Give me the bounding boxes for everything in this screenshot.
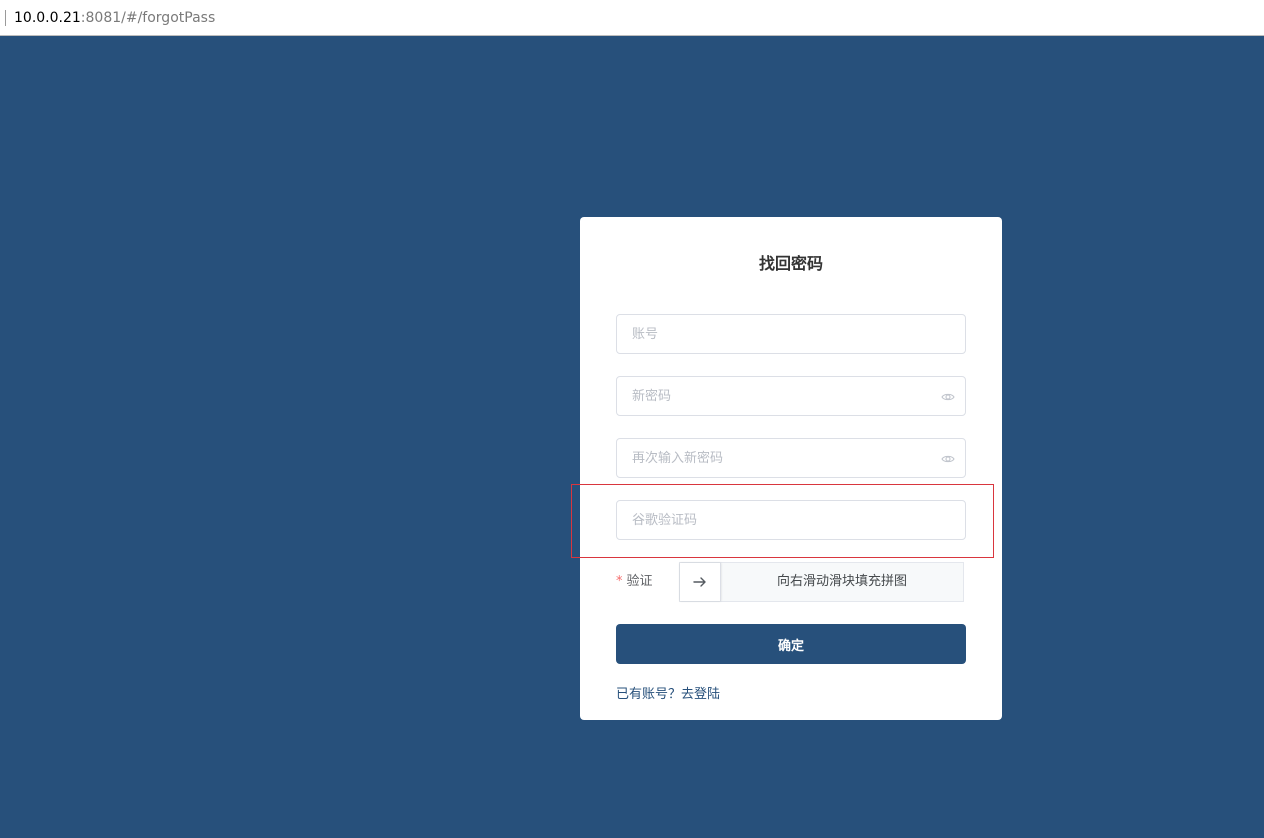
account-field[interactable] [616,314,966,354]
verify-label-text: 验证 [626,574,653,589]
slider-hint: 向右滑动滑块填充拼图 [776,574,907,589]
new-password-field[interactable] [616,376,966,416]
google-code-input[interactable] [617,501,965,539]
eye-icon[interactable] [941,390,955,404]
account-input[interactable] [617,315,965,353]
eye-icon[interactable] [941,452,955,466]
required-mark: * [616,574,623,589]
address-host: 10.0.0.21 [14,10,81,26]
page-title: 找回密码 [758,254,823,273]
confirm-password-input[interactable] [617,439,965,477]
address-caret [5,10,6,26]
forgot-password-card: 找回密码 *验证 向右滑动滑块填充拼图 确定 已有账号？去登陆 [580,217,1002,720]
new-password-input[interactable] [617,377,965,415]
browser-address-bar[interactable]: 10.0.0.21:8081/#/forgotPass [0,0,1264,36]
confirm-button[interactable]: 确定 [616,624,966,664]
slider-captcha[interactable]: 向右滑动滑块填充拼图 [679,562,964,602]
arrow-right-icon [693,577,706,587]
address-path: :8081/#/forgotPass [80,10,216,26]
verify-label: * 验证 [616,573,653,591]
slider-handle[interactable] [680,563,721,601]
address-url[interactable]: 10.0.0.21:8081/#/forgotPass [14,9,215,27]
go-login-link[interactable]: 已有账号？去登陆 [616,686,720,704]
google-code-field[interactable] [616,500,966,540]
confirm-password-field[interactable] [616,438,966,478]
